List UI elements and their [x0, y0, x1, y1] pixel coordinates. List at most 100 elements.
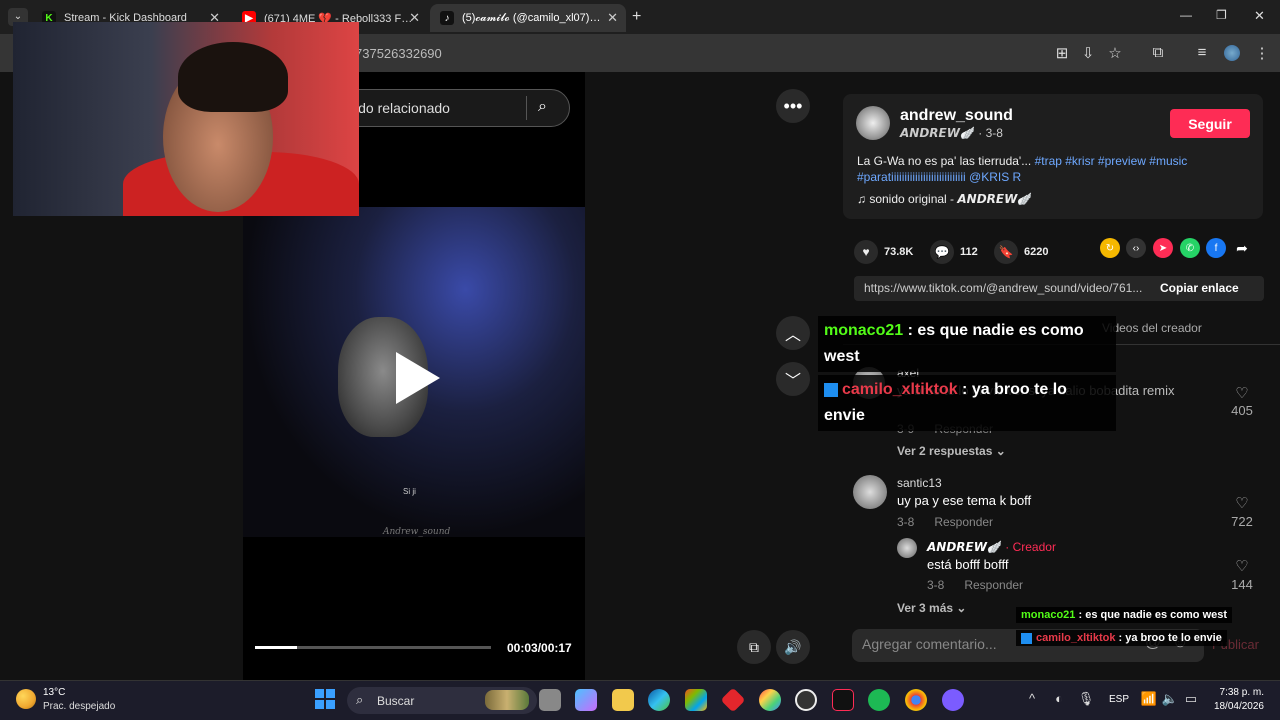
obs-icon[interactable] [795, 689, 817, 711]
extensions-icon[interactable]: ⧉ [1148, 44, 1168, 61]
comment-like-count: 405 [1231, 403, 1253, 418]
close-icon[interactable]: ✕ [607, 10, 618, 26]
reply-button[interactable]: Responder [964, 578, 1023, 592]
close-icon[interactable]: ✕ [409, 10, 420, 26]
video-watermark: Andrew_sound [383, 527, 451, 537]
like-count: 73.8K [884, 246, 914, 258]
previous-video-button[interactable]: ︿ [776, 316, 810, 350]
view-more-replies-button[interactable]: Ver 3 más ⌄ [897, 601, 966, 615]
chat-text: : ya broo te lo envie [1115, 632, 1222, 644]
embed-icon[interactable]: ‹› [1126, 238, 1146, 258]
reply-button[interactable]: Responder [934, 515, 993, 529]
battery-icon[interactable]: ▭ [1182, 691, 1200, 707]
comment-author[interactable]: santic13 [897, 476, 942, 490]
weather-temp: 13°C [43, 687, 66, 698]
install-icon[interactable]: ⇩ [1078, 44, 1098, 62]
comment-text: uy pa y ese tema k boff [897, 493, 1032, 508]
comment-avatar[interactable] [853, 475, 887, 509]
video-caption: Si ji [403, 487, 416, 496]
profile-icon[interactable] [1224, 45, 1240, 61]
video-time: 00:03/00:17 [507, 641, 572, 655]
microphone-icon[interactable]: 🎙 [1077, 691, 1095, 707]
author-subtitle: 𝘼𝙉𝘿𝙍𝙀𝙒🪽 · 3-8 [900, 126, 1003, 140]
heart-icon: ♥ [854, 240, 878, 264]
facebook-icon[interactable]: f [1206, 238, 1226, 258]
copy-link-button[interactable]: Copiar enlace [1160, 281, 1239, 295]
progress-bar[interactable] [255, 646, 491, 649]
comment-like-icon[interactable]: ♡ [1222, 494, 1262, 512]
send-icon[interactable]: ➤ [1153, 238, 1173, 258]
copilot-icon[interactable] [575, 689, 597, 711]
comment-like-icon[interactable]: ♡ [1222, 384, 1262, 402]
comment-icon: 💬 [930, 240, 954, 264]
description-text: La G-Wa no es pa' las tierruda'... [857, 154, 1035, 168]
search-divider [526, 96, 527, 120]
volume-icon[interactable]: 🔊 [776, 630, 810, 664]
tab-creator-videos[interactable]: Videos del creador [1102, 321, 1202, 335]
minimize-icon[interactable]: — [1180, 8, 1192, 22]
chat-message-small: camilo_xltiktok : ya broo te lo envie [1016, 630, 1227, 646]
comment-placeholder: Agregar comentario... [862, 636, 997, 652]
kick-badge-icon [1021, 632, 1032, 644]
tray-expand-icon[interactable]: ^ [1023, 691, 1041, 706]
weather-icon[interactable] [16, 689, 36, 709]
clock-date[interactable]: 18/04/2026 [1210, 701, 1264, 712]
language-indicator[interactable]: ESP [1109, 694, 1129, 705]
volume-tray-icon[interactable]: 🔈 [1161, 691, 1179, 707]
sound-link[interactable]: ♫ sonido original - 𝘼𝙉𝘿𝙍𝙀𝙒🪽 [857, 192, 1032, 206]
view-replies-button[interactable]: Ver 2 respuestas ⌄ [897, 444, 1006, 458]
task-view-icon[interactable] [539, 689, 561, 711]
wifi-icon[interactable]: 📶 [1140, 691, 1158, 707]
play-icon[interactable] [396, 352, 440, 404]
share-icon[interactable]: ➦ [1232, 238, 1252, 258]
new-tab-button[interactable]: + [632, 8, 641, 26]
pip-icon[interactable]: ⧉ [737, 630, 771, 664]
reply-meta: 3-8 Responder [927, 578, 1024, 592]
spotify-icon[interactable] [868, 689, 890, 711]
kick-badge-icon [824, 382, 838, 397]
reply-author[interactable]: 𝘼𝙉𝘿𝙍𝙀𝙒🪽 · Creador [927, 540, 1056, 554]
window-close-icon[interactable]: ✕ [1254, 8, 1265, 24]
progress-fill [255, 646, 298, 649]
reply-avatar[interactable] [897, 538, 917, 558]
video-link[interactable]: https://www.tiktok.com/@andrew_sound/vid… [864, 281, 1146, 295]
translate-icon[interactable]: ⊞ [1052, 44, 1072, 62]
search-highlight-icon[interactable] [485, 690, 529, 710]
color-app-icon[interactable] [759, 689, 781, 711]
url-field[interactable]: 737526332690 [355, 46, 442, 61]
star-icon[interactable]: ☆ [1105, 44, 1125, 62]
chrome-icon[interactable] [905, 689, 927, 711]
chat-message-small: monaco21 : es que nadie es como west [1016, 607, 1233, 623]
search-icon[interactable]: ⌕ [538, 98, 547, 116]
menu-icon[interactable]: ⋮ [1252, 44, 1272, 62]
tiktok-icon: ♪ [440, 11, 454, 25]
clock-time[interactable]: 7:38 p. m. [1210, 687, 1264, 698]
like-stat[interactable]: ♥ 73.8K [854, 240, 913, 264]
file-explorer-icon[interactable] [612, 689, 634, 711]
tray-app-icon[interactable]: ◐ [1050, 691, 1068, 706]
comment-stat[interactable]: 💬 112 [930, 240, 978, 264]
chat-app-icon[interactable] [942, 689, 964, 711]
bookmark-icon: 🔖 [994, 240, 1018, 264]
repost-icon[interactable]: ↻ [1100, 238, 1120, 258]
author-avatar[interactable] [856, 106, 890, 140]
edge-icon[interactable] [648, 689, 670, 711]
comment-like-icon[interactable]: ♡ [1222, 557, 1262, 575]
author-name[interactable]: andrew_sound [900, 107, 1013, 125]
taskbar-search-text: Buscar [377, 694, 415, 708]
comment-like-count: 144 [1231, 577, 1253, 592]
more-options-icon[interactable]: ••• [776, 89, 810, 123]
follow-button[interactable]: Seguir [1170, 109, 1250, 138]
chat-username: camilo_xltiktok [842, 381, 958, 398]
save-stat[interactable]: 🔖 6220 [994, 240, 1048, 264]
start-icon[interactable] [315, 689, 335, 709]
whatsapp-icon[interactable]: ✆ [1180, 238, 1200, 258]
chat-text: : es que nadie es como west [1075, 609, 1228, 621]
next-video-button[interactable]: ﹀ [776, 362, 810, 396]
tab-tiktok[interactable]: ♪ (5)𝓬𝓪𝓶𝓲𝓵𝓸 (@camilo_xl07) | Tik ✕ [430, 4, 626, 32]
store-icon[interactable] [685, 689, 707, 711]
webcam-overlay [13, 22, 359, 216]
maximize-icon[interactable]: ❐ [1216, 8, 1227, 22]
media-icon[interactable]: ≡ [1192, 44, 1212, 61]
tiktok-app-icon[interactable] [832, 689, 854, 711]
